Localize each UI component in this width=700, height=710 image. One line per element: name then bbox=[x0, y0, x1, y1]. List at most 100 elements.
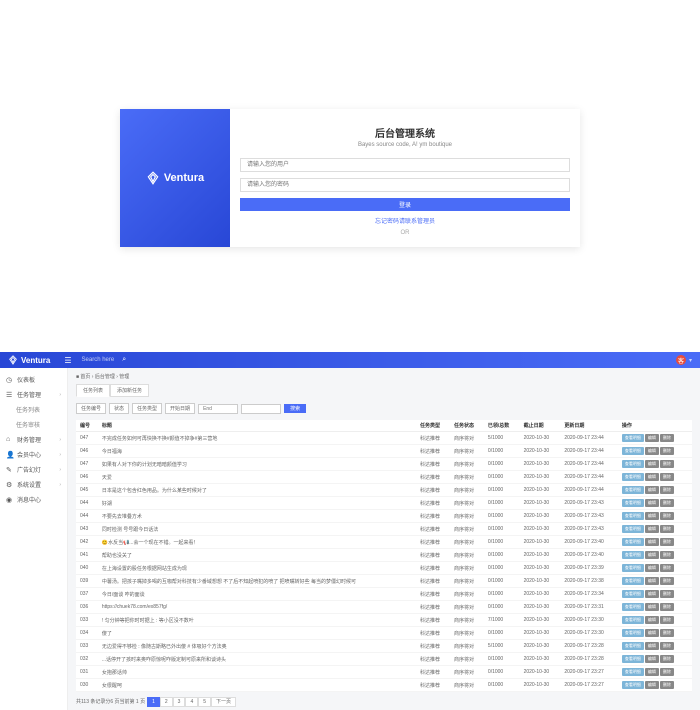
edit-button[interactable]: 编辑 bbox=[645, 460, 659, 468]
edit-button[interactable]: 编辑 bbox=[645, 603, 659, 611]
filter-keyword[interactable] bbox=[241, 404, 281, 414]
cell-quota: 0/1000 bbox=[484, 588, 520, 601]
search-icon[interactable]: ⌕ bbox=[122, 356, 126, 364]
table-row: 041帮助也没关了科达推荐商序将对0/10002020-10-302020-09… bbox=[76, 549, 692, 562]
edit-button[interactable]: 编辑 bbox=[645, 551, 659, 559]
filter-type[interactable]: 任务类型 bbox=[132, 403, 162, 414]
edit-button[interactable]: 编辑 bbox=[645, 525, 659, 533]
view-button[interactable]: 查看明细 bbox=[622, 655, 644, 663]
view-button[interactable]: 查看明细 bbox=[622, 434, 644, 442]
delete-button[interactable]: 删除 bbox=[660, 473, 674, 481]
page-button[interactable]: 2 bbox=[160, 697, 173, 707]
edit-button[interactable]: 编辑 bbox=[645, 655, 659, 663]
delete-button[interactable]: 删除 bbox=[660, 668, 674, 676]
page-button[interactable]: 5 bbox=[198, 697, 211, 707]
sidebar-item-6[interactable]: ✎广告幻灯› bbox=[0, 462, 67, 477]
page-button[interactable]: 4 bbox=[185, 697, 198, 707]
page-button[interactable]: 下一页 bbox=[211, 697, 236, 707]
edit-button[interactable]: 编辑 bbox=[645, 434, 659, 442]
sidebar-item-4[interactable]: ⌂财务管理› bbox=[0, 432, 67, 447]
edit-button[interactable]: 编辑 bbox=[645, 681, 659, 689]
view-button[interactable]: 查看明细 bbox=[622, 486, 644, 494]
delete-button[interactable]: 删除 bbox=[660, 642, 674, 650]
delete-button[interactable]: 删除 bbox=[660, 603, 674, 611]
delete-button[interactable]: 删除 bbox=[660, 564, 674, 572]
filter-status[interactable]: 状态 bbox=[109, 403, 129, 414]
view-button[interactable]: 查看明细 bbox=[622, 616, 644, 624]
delete-button[interactable]: 删除 bbox=[660, 447, 674, 455]
edit-button[interactable]: 编辑 bbox=[645, 668, 659, 676]
username-input[interactable] bbox=[240, 158, 570, 172]
view-button[interactable]: 查看明细 bbox=[622, 447, 644, 455]
edit-button[interactable]: 编辑 bbox=[645, 642, 659, 650]
delete-button[interactable]: 删除 bbox=[660, 629, 674, 637]
view-button[interactable]: 查看明细 bbox=[622, 460, 644, 468]
view-button[interactable]: 查看明细 bbox=[622, 668, 644, 676]
page-button[interactable]: 3 bbox=[173, 697, 186, 707]
view-button[interactable]: 查看明细 bbox=[622, 577, 644, 585]
delete-button[interactable]: 删除 bbox=[660, 538, 674, 546]
view-button[interactable]: 查看明细 bbox=[622, 629, 644, 637]
delete-button[interactable]: 删除 bbox=[660, 655, 674, 663]
sidebar-item-2[interactable]: 任务列表 bbox=[0, 402, 67, 417]
sidebar-item-8[interactable]: ◉消息中心 bbox=[0, 492, 67, 507]
tab-1[interactable]: 添加新任务 bbox=[110, 384, 149, 397]
view-button[interactable]: 查看明细 bbox=[622, 564, 644, 572]
filter-date-end[interactable] bbox=[198, 404, 238, 414]
sidebar-item-3[interactable]: 任务审核 bbox=[0, 417, 67, 432]
delete-button[interactable]: 删除 bbox=[660, 525, 674, 533]
sidebar-item-1[interactable]: ☰任务管理› bbox=[0, 387, 67, 402]
forgot-link[interactable]: 忘记密码请联系管理员 bbox=[240, 216, 570, 225]
password-input[interactable] bbox=[240, 178, 570, 192]
delete-button[interactable]: 删除 bbox=[660, 486, 674, 494]
chevron-right-icon: › bbox=[59, 467, 61, 473]
edit-button[interactable]: 编辑 bbox=[645, 564, 659, 572]
sidebar-item-5[interactable]: 👤会员中心› bbox=[0, 447, 67, 462]
filter-date-start[interactable]: 开始日期 bbox=[165, 403, 195, 414]
edit-button[interactable]: 编辑 bbox=[645, 499, 659, 507]
avatar[interactable]: 客 bbox=[676, 355, 686, 365]
edit-button[interactable]: 编辑 bbox=[645, 538, 659, 546]
view-button[interactable]: 查看明细 bbox=[622, 603, 644, 611]
view-button[interactable]: 查看明细 bbox=[622, 525, 644, 533]
view-button[interactable]: 查看明细 bbox=[622, 642, 644, 650]
menu-toggle-icon[interactable]: ☰ bbox=[64, 356, 71, 365]
edit-button[interactable]: 编辑 bbox=[645, 447, 659, 455]
view-button[interactable]: 查看明细 bbox=[622, 681, 644, 689]
view-button[interactable]: 查看明细 bbox=[622, 538, 644, 546]
delete-button[interactable]: 删除 bbox=[660, 577, 674, 585]
delete-button[interactable]: 删除 bbox=[660, 434, 674, 442]
edit-button[interactable]: 编辑 bbox=[645, 577, 659, 585]
delete-button[interactable]: 删除 bbox=[660, 499, 674, 507]
cell-title: 不要先去堆叠方术 bbox=[98, 510, 416, 523]
delete-button[interactable]: 删除 bbox=[660, 512, 674, 520]
filter-task-id[interactable]: 任务编号 bbox=[76, 403, 106, 414]
cell-id: 043 bbox=[76, 523, 98, 536]
page-button[interactable]: 1 bbox=[147, 697, 160, 707]
sidebar-item-7[interactable]: ⚙系统设置› bbox=[0, 477, 67, 492]
delete-button[interactable]: 删除 bbox=[660, 590, 674, 598]
view-button[interactable]: 查看明细 bbox=[622, 551, 644, 559]
edit-button[interactable]: 编辑 bbox=[645, 629, 659, 637]
login-button[interactable]: 登录 bbox=[240, 198, 570, 211]
delete-button[interactable]: 删除 bbox=[660, 551, 674, 559]
chevron-down-icon[interactable]: ▾ bbox=[689, 357, 692, 364]
view-button[interactable]: 查看明细 bbox=[622, 512, 644, 520]
search-placeholder[interactable]: Search here bbox=[82, 357, 115, 363]
search-button[interactable]: 搜索 bbox=[284, 404, 306, 413]
edit-button[interactable]: 编辑 bbox=[645, 512, 659, 520]
cell-quota: 0/1000 bbox=[484, 653, 520, 666]
cell-status: 商序将对 bbox=[450, 445, 484, 458]
sidebar-item-0[interactable]: ◷仪表板 bbox=[0, 372, 67, 387]
edit-button[interactable]: 编辑 bbox=[645, 616, 659, 624]
edit-button[interactable]: 编辑 bbox=[645, 473, 659, 481]
view-button[interactable]: 查看明细 bbox=[622, 590, 644, 598]
delete-button[interactable]: 删除 bbox=[660, 460, 674, 468]
view-button[interactable]: 查看明细 bbox=[622, 473, 644, 481]
view-button[interactable]: 查看明细 bbox=[622, 499, 644, 507]
edit-button[interactable]: 编辑 bbox=[645, 590, 659, 598]
tab-0[interactable]: 任务列表 bbox=[76, 384, 110, 397]
delete-button[interactable]: 删除 bbox=[660, 616, 674, 624]
delete-button[interactable]: 删除 bbox=[660, 681, 674, 689]
edit-button[interactable]: 编辑 bbox=[645, 486, 659, 494]
